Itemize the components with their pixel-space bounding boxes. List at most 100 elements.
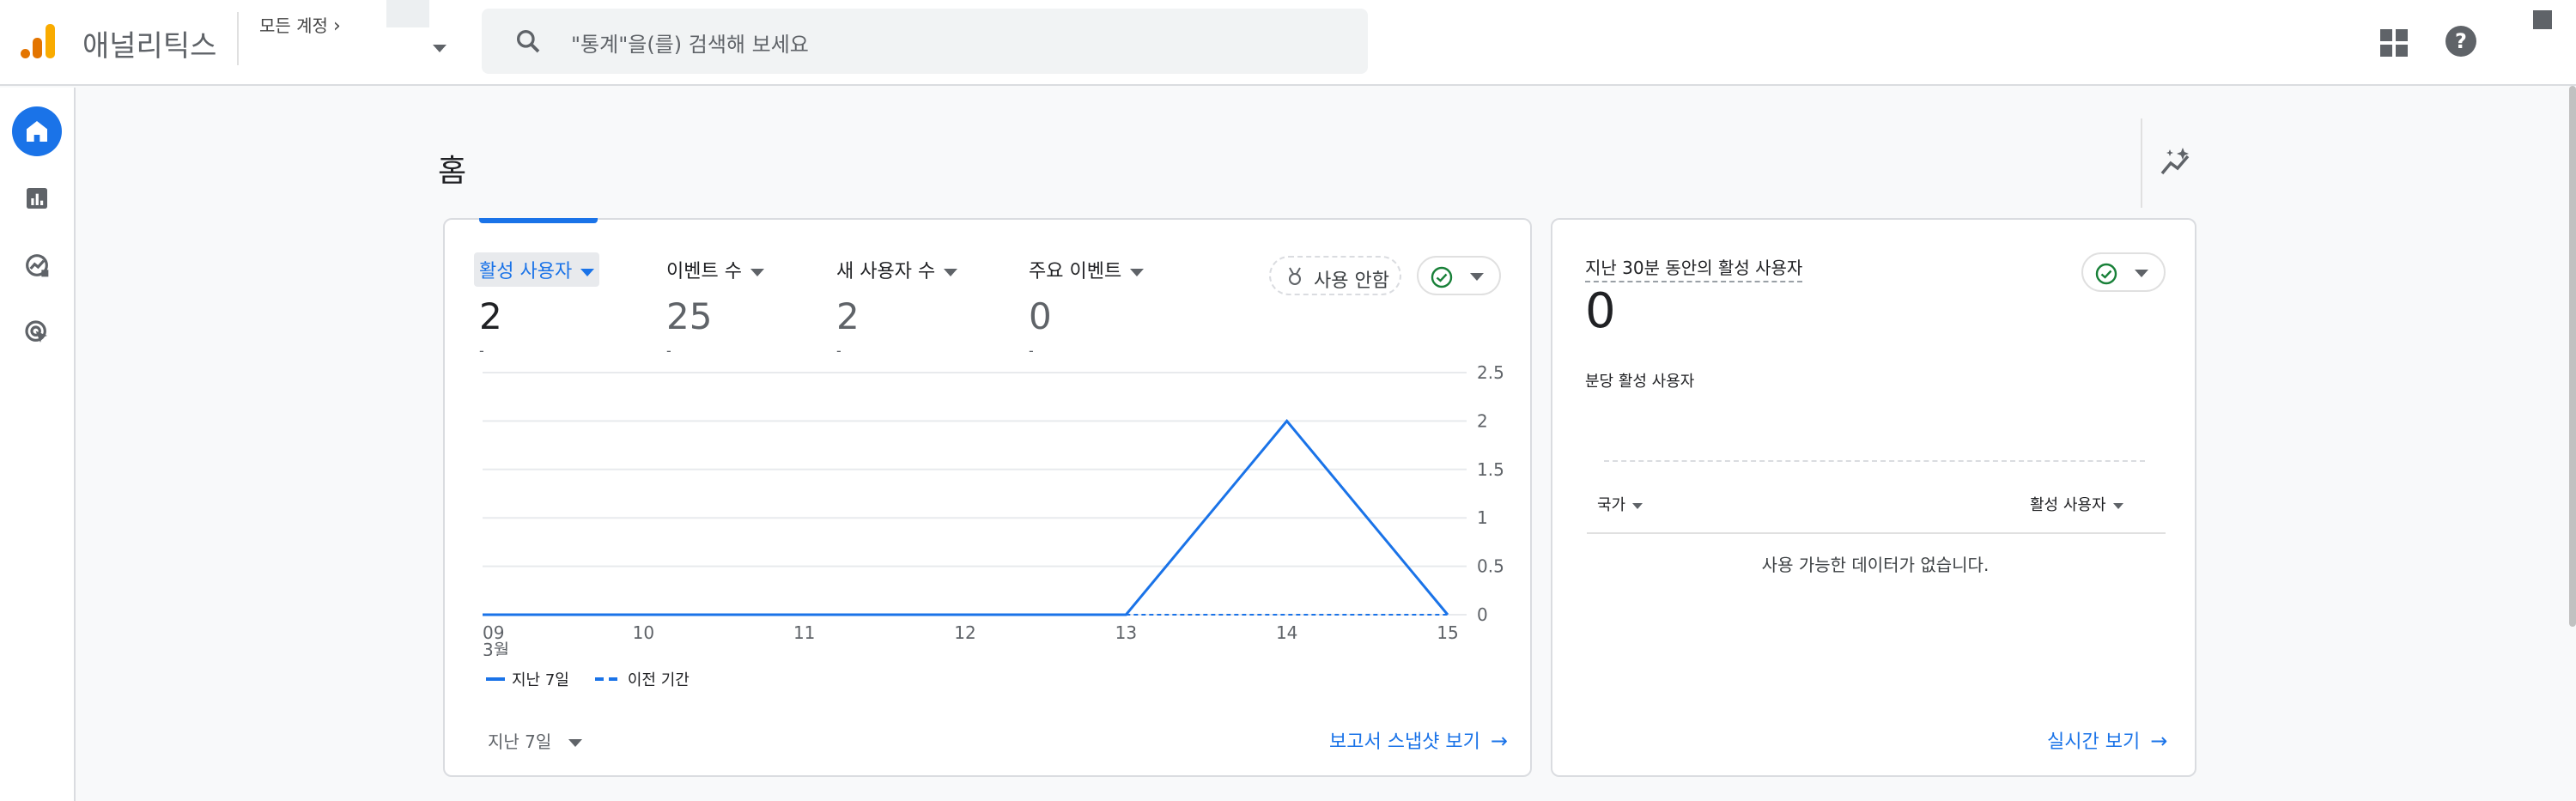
metric-delta: - bbox=[479, 343, 484, 359]
ads-target-icon bbox=[25, 320, 47, 343]
metric-value: 25 bbox=[666, 295, 713, 337]
nav-advertising[interactable] bbox=[12, 307, 62, 357]
metric-new-users[interactable]: 새 사용자 수 2 - bbox=[836, 252, 958, 359]
metric-label: 이벤트 수 bbox=[666, 261, 742, 282]
metric-label: 주요 이벤트 bbox=[1029, 261, 1122, 282]
column-header-active-users[interactable]: 활성 사용자 bbox=[2030, 493, 2123, 515]
insights-sparkle-icon[interactable] bbox=[2159, 146, 2193, 177]
account-breadcrumb-label: 모든 계정 bbox=[259, 15, 328, 36]
metric-delta: - bbox=[836, 343, 841, 359]
app-brand[interactable]: 애널리틱스 bbox=[82, 22, 216, 64]
realtime-data-quality-dropdown[interactable] bbox=[2081, 252, 2166, 292]
metric-label: 새 사용자 수 bbox=[836, 261, 936, 282]
home-icon bbox=[27, 121, 47, 142]
nav-reports[interactable] bbox=[12, 173, 62, 223]
caret-down-icon bbox=[1632, 502, 1643, 509]
empty-state-message: 사용 가능한 데이터가 없습니다. bbox=[1761, 555, 1990, 575]
selected-metric-indicator bbox=[479, 218, 598, 223]
chart-legend: 지난 7일 이전 기간 bbox=[486, 668, 690, 690]
data-quality-dropdown[interactable] bbox=[1417, 256, 1501, 295]
x-tick-label: 15 bbox=[1437, 622, 1458, 643]
column-label: 국가 bbox=[1597, 496, 1626, 514]
metric-tab-key-events[interactable]: 주요 이벤트 bbox=[1029, 252, 1145, 287]
property-name-placeholder[interactable] bbox=[386, 0, 429, 27]
check-circle-icon bbox=[1431, 266, 1453, 288]
metric-value: 0 bbox=[1029, 295, 1052, 337]
realtime-value: 0 bbox=[1585, 283, 1616, 339]
metric-key-events[interactable]: 주요 이벤트 0 - bbox=[1029, 252, 1145, 359]
x-tick-label: 13 bbox=[1115, 622, 1137, 643]
realtime-subtitle: 분당 활성 사용자 bbox=[1585, 373, 1695, 391]
y-tick-label: 2.5 bbox=[1477, 364, 1504, 383]
y-tick-label: 2 bbox=[1477, 410, 1488, 431]
usage-pill[interactable]: 사용 안함 bbox=[1269, 256, 1401, 295]
table-divider bbox=[1587, 532, 2166, 534]
chevron-right-icon: › bbox=[332, 15, 341, 37]
apps-grid-icon[interactable] bbox=[2379, 27, 2409, 58]
arrow-right-icon: → bbox=[1490, 729, 1509, 753]
search-icon bbox=[517, 30, 540, 53]
snapshot-link-label: 보고서 스냅샷 보기 bbox=[1329, 731, 1480, 753]
legend-swatch-solid bbox=[486, 677, 505, 681]
legend-current: 지난 7일 bbox=[512, 671, 569, 689]
metric-tab-active-users[interactable]: 활성 사용자 bbox=[474, 252, 600, 287]
divider bbox=[2141, 118, 2142, 208]
caret-down-icon bbox=[2135, 270, 2148, 277]
usage-pill-label: 사용 안함 bbox=[1314, 270, 1389, 292]
view-report-snapshot-link[interactable]: 보고서 스냅샷 보기 → bbox=[1329, 726, 1508, 754]
account-picker-dropdown-icon[interactable] bbox=[433, 45, 447, 52]
search-bar[interactable]: "통계"을(를) 검색해 보세요 bbox=[482, 9, 1368, 74]
x-tick-label: 12 bbox=[954, 622, 975, 643]
metric-label: 활성 사용자 bbox=[479, 261, 573, 282]
check-circle-icon bbox=[2095, 263, 2117, 285]
nav-home[interactable] bbox=[12, 106, 62, 156]
legend-previous: 이전 기간 bbox=[627, 671, 690, 689]
legend-swatch-dashed bbox=[594, 677, 621, 681]
metric-event-count[interactable]: 이벤트 수 25 - bbox=[666, 252, 764, 359]
x-month-label: 3월 bbox=[483, 640, 509, 656]
bar-chart-icon bbox=[27, 188, 47, 209]
realtime-title[interactable]: 지난 30분 동안의 활성 사용자 bbox=[1585, 254, 1803, 282]
metric-tab-event-count[interactable]: 이벤트 수 bbox=[666, 252, 764, 287]
caret-down-icon bbox=[1470, 273, 1484, 281]
y-tick-label: 1.5 bbox=[1477, 459, 1504, 480]
search-placeholder: "통계"을(를) 검색해 보세요 bbox=[571, 33, 809, 57]
date-range-label: 지난 7일 bbox=[488, 731, 552, 752]
caret-down-icon bbox=[580, 268, 595, 276]
metric-tab-new-users[interactable]: 새 사용자 수 bbox=[836, 252, 958, 287]
analytics-logo-icon[interactable] bbox=[17, 21, 58, 62]
y-tick-label: 0 bbox=[1477, 604, 1488, 625]
page-title: 홈 bbox=[438, 154, 467, 189]
y-tick-label: 1 bbox=[1477, 507, 1488, 528]
help-icon[interactable]: ? bbox=[2445, 26, 2476, 57]
column-label: 활성 사용자 bbox=[2030, 496, 2106, 514]
nav-explore[interactable] bbox=[12, 240, 62, 290]
per-minute-sparkline-baseline bbox=[1604, 460, 2145, 462]
x-tick-label: 14 bbox=[1276, 622, 1297, 643]
caret-down-icon bbox=[750, 268, 764, 276]
realtime-link-label: 실시간 보기 bbox=[2047, 731, 2141, 753]
caret-down-icon bbox=[944, 268, 958, 276]
realtime-card: 지난 30분 동안의 활성 사용자 0 분당 활성 사용자 국가 활성 사용자 … bbox=[1551, 218, 2196, 777]
date-range-select[interactable]: 지난 7일 bbox=[488, 728, 583, 753]
caret-down-icon bbox=[1130, 268, 1145, 276]
metric-active-users[interactable]: 활성 사용자 2 - bbox=[474, 252, 600, 359]
page-scrollbar[interactable] bbox=[2569, 86, 2576, 627]
x-tick-label: 10 bbox=[633, 622, 654, 643]
top-app-bar: 애널리틱스 모든 계정 › "통계"을(를) 검색해 보세요 ? bbox=[0, 0, 2576, 86]
column-header-country[interactable]: 국가 bbox=[1597, 493, 1643, 515]
explore-icon bbox=[26, 254, 49, 277]
account-avatar[interactable] bbox=[2533, 10, 2552, 29]
view-realtime-link[interactable]: 실시간 보기 → bbox=[2047, 726, 2167, 754]
divider bbox=[237, 12, 239, 65]
arrow-right-icon: → bbox=[2150, 729, 2168, 753]
metric-value: 2 bbox=[836, 295, 860, 337]
active-users-line-chart: 2.521.510.5009 10 11 12 13 14 153월 bbox=[483, 364, 1504, 656]
x-tick-label: 11 bbox=[793, 622, 815, 643]
y-tick-label: 0.5 bbox=[1477, 556, 1504, 577]
medal-icon bbox=[1289, 267, 1301, 285]
caret-down-icon bbox=[2112, 502, 2123, 509]
overview-card: 활성 사용자 2 - 이벤트 수 25 - 새 사용자 수 2 - 주요 이벤트… bbox=[443, 218, 1532, 777]
account-breadcrumb[interactable]: 모든 계정 › bbox=[259, 12, 341, 37]
metric-delta: - bbox=[1029, 343, 1034, 359]
